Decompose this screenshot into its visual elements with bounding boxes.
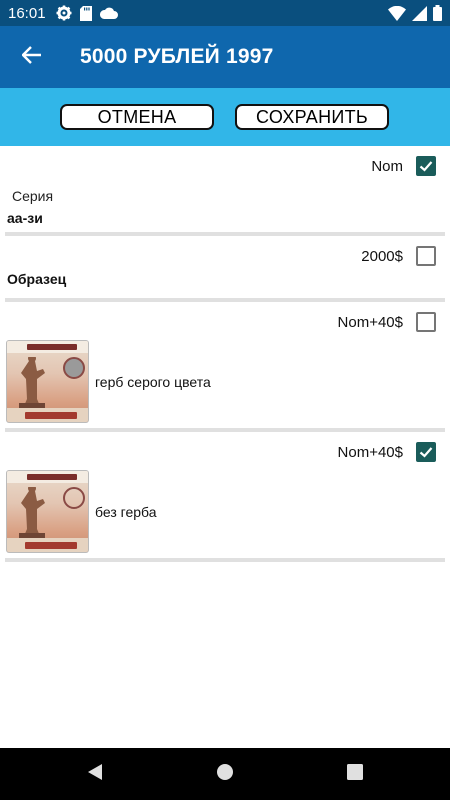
item-checkbox[interactable] xyxy=(416,246,436,266)
banknote-no-emblem-thumbnail[interactable] xyxy=(6,470,89,553)
status-icons-right xyxy=(388,5,442,21)
item-caption: герб серого цвета xyxy=(95,374,211,390)
item-checkbox[interactable] xyxy=(416,442,436,462)
item-price: Nom+40$ xyxy=(337,444,403,461)
cancel-button[interactable]: ОТМЕНА xyxy=(60,104,214,130)
item-price: Nom xyxy=(371,158,403,175)
banknote-grey-emblem-thumbnail[interactable] xyxy=(6,340,89,423)
item-header: Nom xyxy=(0,146,450,186)
back-triangle-icon xyxy=(87,763,103,786)
back-button[interactable] xyxy=(4,29,60,85)
status-icons-left xyxy=(56,5,118,21)
item-price: 2000$ xyxy=(361,248,403,265)
status-time: 16:01 xyxy=(8,4,46,22)
item-price: Nom+40$ xyxy=(337,314,403,331)
signal-icon xyxy=(412,5,427,21)
gear-icon xyxy=(56,5,72,21)
app-bar: 5000 РУБЛЕЙ 1997 xyxy=(0,26,450,88)
screen: 16:01 5000 РУБЛЕЙ 1997 ОТМЕНА СОХРАНИТЬ … xyxy=(0,0,450,800)
page-title: 5000 РУБЛЕЙ 1997 xyxy=(80,45,274,68)
item-header: 2000$ xyxy=(0,236,450,276)
item-header: Nom+40$ xyxy=(0,432,450,472)
status-bar: 16:01 xyxy=(0,0,450,26)
divider xyxy=(5,558,445,562)
arrow-back-icon xyxy=(21,45,42,69)
item-checkbox[interactable] xyxy=(416,156,436,176)
item-checkbox[interactable] xyxy=(416,312,436,332)
list-item: Nom+40$ герб серого цвета xyxy=(0,302,450,428)
cloud-icon xyxy=(99,7,118,19)
nav-recents-button[interactable] xyxy=(325,748,385,800)
save-button[interactable]: СОХРАНИТЬ xyxy=(235,104,389,130)
nav-home-button[interactable] xyxy=(195,748,255,800)
wifi-icon xyxy=(388,5,406,21)
list-item: Nom Серия аа-зи xyxy=(0,146,450,232)
navigation-bar xyxy=(0,748,450,800)
nav-back-button[interactable] xyxy=(65,748,125,800)
sample-label: Образец xyxy=(7,271,67,287)
item-caption: без герба xyxy=(95,504,157,520)
item-header: Nom+40$ xyxy=(0,302,450,342)
battery-icon xyxy=(433,5,442,21)
variant-list: Nom Серия аа-зи 2000$ Образец Nom+40$ ге… xyxy=(0,146,450,562)
list-item: Nom+40$ без герба xyxy=(0,432,450,558)
list-item: 2000$ Образец xyxy=(0,236,450,298)
series-value: аа-зи xyxy=(7,210,43,226)
action-bar: ОТМЕНА СОХРАНИТЬ xyxy=(0,88,450,146)
recents-square-icon xyxy=(347,763,363,785)
sd-card-icon xyxy=(79,5,92,21)
home-circle-icon xyxy=(216,763,234,786)
series-label: Серия xyxy=(12,188,54,204)
